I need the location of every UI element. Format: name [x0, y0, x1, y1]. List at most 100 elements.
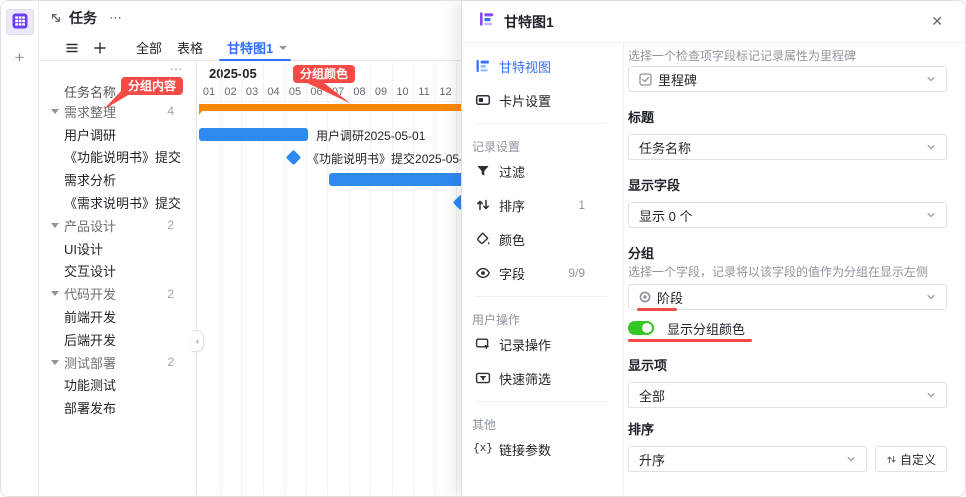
panel-nav-item-label: 甘特视图 [499, 57, 551, 76]
task-row[interactable]: 部署发布 [40, 396, 196, 419]
view-tab-table[interactable]: 表格 [177, 38, 203, 57]
view-tab-gantt-active[interactable]: 甘特图1 [227, 35, 287, 60]
gantt-task-bar[interactable] [199, 128, 308, 141]
sort-heading: 排序 [628, 422, 947, 438]
panel-nav-item-sort[interactable]: 排序 1 [462, 188, 623, 222]
group-field-select[interactable]: 阶段 [628, 284, 947, 310]
task-label: 部署发布 [64, 398, 116, 417]
gantt-gridline [306, 62, 307, 495]
chevron-down-icon [926, 388, 936, 403]
task-row[interactable]: 需求分析 [40, 168, 196, 191]
list-more-icon[interactable]: ⋯ [170, 62, 183, 76]
show-group-color-row: 显示分组颜色 [628, 320, 947, 336]
custom-sort-button[interactable]: 自定义 [875, 446, 947, 472]
panel-body: 甘特视图卡片设置记录设置过滤排序1颜色字段9/9用户操作记录操作快速筛选其他{x… [462, 43, 965, 495]
view-tab-all[interactable]: 全部 [136, 38, 162, 57]
gantt-milestone-diamond[interactable] [285, 149, 301, 165]
panel-header: 甘特图1 ✕ [462, 1, 965, 43]
gantt-gridline [435, 62, 436, 495]
filter-icon [475, 163, 491, 179]
gantt-day-label: 05 [284, 86, 306, 98]
task-row[interactable]: 功能测试 [40, 374, 196, 397]
chevron-down-icon [926, 208, 936, 223]
task-row[interactable]: 前端开发 [40, 305, 196, 328]
panel-nav-item-color[interactable]: 颜色 [462, 222, 623, 256]
panel-nav-item-quick-filter[interactable]: 快速筛选 [462, 361, 623, 395]
grid-view-button[interactable] [6, 9, 34, 35]
group-collapse-triangle-icon[interactable] [51, 360, 59, 365]
group-select-annotation-underline [637, 308, 677, 311]
checkbox-field-icon [639, 73, 652, 86]
group-collapse-triangle-icon[interactable] [51, 109, 59, 114]
bitable-app: + 任务 ⋯ 全部 表格 甘特图1 ⋯ [0, 0, 966, 497]
task-row[interactable]: 后端开发 [40, 328, 196, 351]
group-collapse-triangle-icon[interactable] [51, 291, 59, 296]
close-icon[interactable]: ✕ [925, 11, 949, 32]
panel-nav-item-link-params[interactable]: {x} 链接参数 [462, 432, 623, 466]
add-view-icon[interactable] [93, 41, 107, 55]
panel-nav-section-label: 用户操作 [472, 311, 623, 327]
task-group-row[interactable]: 代码开发2 [40, 282, 196, 305]
task-row[interactable]: 交互设计 [40, 260, 196, 283]
expand-icon[interactable] [49, 11, 63, 25]
milestone-select[interactable]: 里程碑 [628, 66, 947, 92]
task-group-row[interactable]: 测试部署 2 [40, 351, 196, 374]
gantt-view-logo-icon [478, 10, 496, 33]
panel-nav-divider [475, 123, 607, 124]
task-rows: 需求整理4用户调研《功能说明书》提交需求分析《需求说明书》提交产品设计2UI设计… [40, 100, 196, 419]
panel-nav-item-filter[interactable]: 过滤 [462, 154, 623, 188]
panel-content: 选择一个检查项字段标记记录属性为里程碑 里程碑 标题 任务名称 显示字段 显示 … [624, 43, 965, 495]
show-group-color-toggle[interactable] [628, 321, 654, 335]
task-row[interactable]: 《功能说明书》提交 [40, 146, 196, 169]
panel-nav-item-badge: 1 [578, 198, 585, 212]
task-label: 产品设计 [64, 216, 116, 235]
panel-nav-item-label: 颜色 [499, 230, 525, 249]
gantt-group-summary-bar[interactable] [199, 104, 500, 111]
display-items-select[interactable]: 全部 [628, 382, 947, 408]
title-field-select[interactable]: 任务名称 [628, 134, 947, 160]
task-group-row[interactable]: 需求整理4 [40, 100, 196, 123]
panel-nav-item-label: 链接参数 [499, 440, 551, 459]
task-label: 代码开发 [64, 284, 116, 303]
gantt-gridline [284, 62, 285, 495]
group-collapse-triangle-icon[interactable] [51, 223, 59, 228]
gantt-day-label: 02 [220, 86, 242, 98]
gantt-chart: 2025-05 01020304050607080910111213用户调研20… [198, 62, 500, 495]
panel-nav-item-label: 字段 [499, 264, 525, 283]
task-row[interactable]: UI设计 [40, 237, 196, 260]
sort-order-select[interactable]: 升序 [628, 446, 867, 472]
sort-icon [475, 197, 491, 213]
task-row[interactable]: 《需求说明书》提交 [40, 191, 196, 214]
panel-nav-item-fields[interactable]: 字段9/9 [462, 256, 623, 290]
display-fields-select[interactable]: 显示 0 个 [628, 202, 947, 228]
display-items-value: 全部 [639, 386, 665, 405]
chevron-down-icon [926, 72, 936, 87]
panel-nav-item-card-settings[interactable]: 卡片设置 [462, 83, 623, 117]
task-group-row[interactable]: 产品设计2 [40, 214, 196, 237]
panel-nav-item-gantt-view[interactable]: 甘特视图 [462, 49, 623, 83]
callout-group-content: 分组内容 [121, 77, 183, 95]
single-select-field-icon [639, 291, 651, 303]
panel-nav: 甘特视图卡片设置记录设置过滤排序1颜色字段9/9用户操作记录操作快速筛选其他{x… [462, 43, 624, 495]
gantt-day-label: 04 [263, 86, 285, 98]
gantt-view-icon [475, 58, 491, 74]
collapse-list-handle[interactable]: ‹ [192, 330, 204, 352]
task-label: 测试部署 [64, 353, 116, 372]
link-params-icon: {x} [475, 441, 491, 457]
title-more-icon[interactable]: ⋯ [109, 10, 123, 26]
gantt-gridline [241, 62, 242, 495]
title-heading: 标题 [628, 110, 947, 126]
chevron-down-icon [846, 452, 856, 467]
gantt-gridline [220, 62, 221, 495]
panel-nav-item-label: 排序 [499, 196, 525, 215]
view-list-icon[interactable] [65, 41, 79, 55]
task-row[interactable]: 用户调研 [40, 123, 196, 146]
panel-nav-item-record-action[interactable]: 记录操作 [462, 327, 623, 361]
card-settings-icon [475, 92, 491, 108]
gantt-day-label: 01 [198, 86, 220, 98]
task-label: 需求分析 [64, 170, 116, 189]
add-view-rail-button[interactable]: + [6, 43, 34, 71]
panel-nav-divider [475, 401, 607, 402]
group-count: 2 [167, 355, 174, 369]
gantt-tab-label: 甘特图1 [227, 38, 273, 57]
